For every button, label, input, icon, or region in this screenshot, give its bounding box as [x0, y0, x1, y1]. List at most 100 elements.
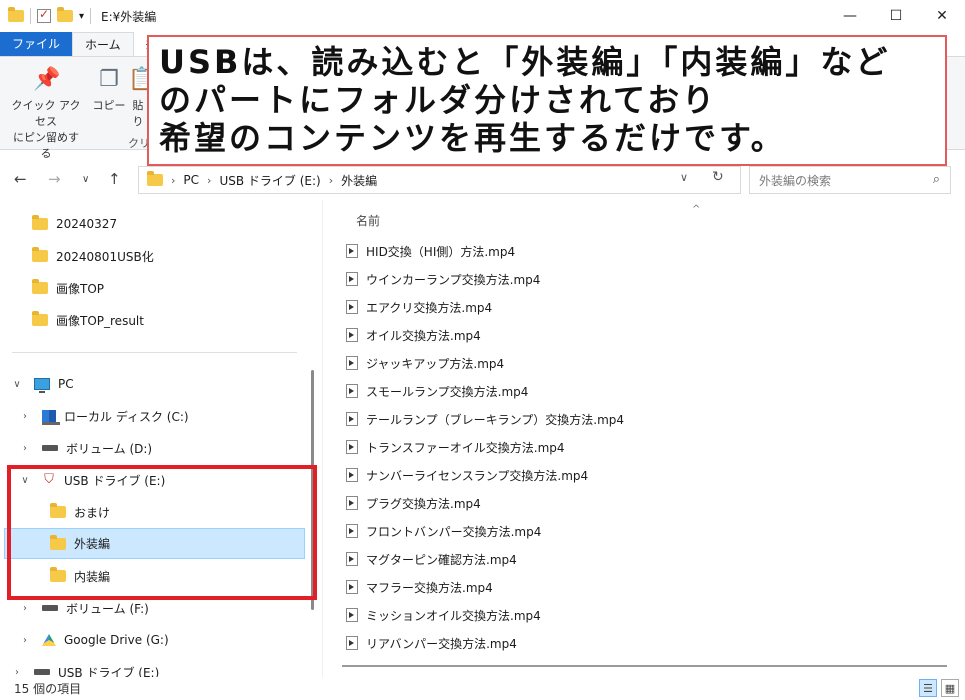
- search-placeholder: 外装編の検索: [759, 173, 832, 188]
- copy-icon: ❐: [99, 67, 119, 92]
- nav-folder-image-top[interactable]: 画像TOP: [32, 275, 104, 301]
- file-item[interactable]: エアクリ交換方法.mp4: [346, 296, 492, 318]
- file-item[interactable]: トランスファーオイル交換方法.mp4: [346, 436, 565, 458]
- video-file-icon: [346, 524, 358, 538]
- quick-access-dropdown-icon[interactable]: ▾: [79, 11, 84, 22]
- annotation-callout: USBは、読み込むと「外装編」「内装編」など のパートにフォルダ分けされており …: [147, 35, 947, 166]
- folder-icon: [32, 247, 48, 262]
- tab-home[interactable]: ホーム: [72, 32, 134, 56]
- nav-label: 20240327: [56, 217, 118, 231]
- file-item[interactable]: プラグ交換方法.mp4: [346, 492, 481, 514]
- up-button[interactable]: ↑: [108, 170, 121, 188]
- nav-local-disk-c[interactable]: › ローカル ディスク (C:): [18, 403, 189, 429]
- horizontal-scrollbar[interactable]: [342, 665, 947, 667]
- callout-line-2: のパートにフォルダ分けされており: [159, 81, 718, 119]
- forward-button[interactable]: →: [48, 170, 61, 188]
- chevron-right-icon[interactable]: ›: [18, 443, 32, 454]
- file-item[interactable]: テールランプ（ブレーキランプ）交換方法.mp4: [346, 408, 624, 430]
- details-view-icon[interactable]: ☰: [919, 679, 937, 697]
- google-drive-icon: [42, 634, 56, 646]
- file-item[interactable]: リアバンパー交換方法.mp4: [346, 632, 517, 654]
- column-header-name[interactable]: 名前: [356, 212, 380, 229]
- properties-icon[interactable]: [37, 7, 51, 23]
- copy-label: コピー: [92, 99, 126, 112]
- video-file-icon: [346, 468, 358, 482]
- folder-icon: [147, 171, 163, 186]
- file-item[interactable]: マグターピン確認方法.mp4: [346, 548, 517, 570]
- chevron-right-icon[interactable]: ›: [10, 667, 24, 678]
- nav-google-drive-g[interactable]: › Google Drive (G:): [18, 627, 169, 653]
- chevron-down-icon[interactable]: ∨: [10, 379, 24, 390]
- nav-label: ボリューム (F:): [66, 601, 149, 616]
- nav-folder-20240801usb[interactable]: 20240801USB化: [32, 243, 154, 269]
- chevron-right-icon: ›: [328, 173, 334, 187]
- pin-to-quick-access-button[interactable]: 📌 クイック アクセス にピン留めする: [8, 67, 84, 161]
- nav-folder-image-top-result[interactable]: 画像TOP_result: [32, 307, 144, 333]
- video-file-icon: [346, 356, 358, 370]
- nav-folder-20240327[interactable]: 20240327: [32, 211, 117, 237]
- callout-line-3: 希望のコンテンツを再生するだけです。: [159, 119, 786, 157]
- chevron-right-icon[interactable]: ›: [18, 603, 32, 614]
- tab-file[interactable]: ファイル: [0, 32, 73, 56]
- back-button[interactable]: ←: [14, 170, 27, 188]
- file-name: ジャッキアップ方法.mp4: [366, 356, 505, 371]
- view-switcher: ☰ ▦: [919, 679, 959, 697]
- nav-usb-drive-e-2[interactable]: › USB ドライブ (E:): [10, 659, 159, 678]
- video-file-icon: [346, 300, 358, 314]
- address-dropdown-icon[interactable]: ∨: [680, 171, 688, 184]
- divider: [12, 352, 297, 353]
- video-file-icon: [346, 636, 358, 650]
- search-input[interactable]: 外装編の検索 ⌕: [749, 166, 951, 194]
- chevron-right-icon[interactable]: ›: [18, 411, 32, 422]
- video-file-icon: [346, 328, 358, 342]
- file-name: スモールランプ交換方法.mp4: [366, 384, 529, 399]
- file-item[interactable]: マフラー交換方法.mp4: [346, 576, 493, 598]
- file-item[interactable]: ミッションオイル交換方法.mp4: [346, 604, 541, 626]
- address-bar[interactable]: › PC › USB ドライブ (E:) › 外装編: [138, 166, 741, 194]
- file-item[interactable]: HID交換（HI側）方法.mp4: [346, 240, 515, 262]
- breadcrumb-current[interactable]: 外装編: [341, 172, 377, 189]
- divider: [30, 8, 31, 24]
- copy-button[interactable]: ❐ コピー: [92, 67, 126, 113]
- video-file-icon: [346, 244, 358, 258]
- callout-line-1: USBは、読み込むと「外装編」「内装編」など: [159, 43, 891, 81]
- status-bar: 15 個の項目: [0, 677, 965, 700]
- breadcrumb-usb[interactable]: USB ドライブ (E:): [219, 172, 320, 189]
- file-item[interactable]: スモールランプ交換方法.mp4: [346, 380, 528, 402]
- video-file-icon: [346, 580, 358, 594]
- pane-divider[interactable]: [322, 200, 323, 677]
- recent-locations-button[interactable]: ∨: [82, 174, 89, 185]
- file-item[interactable]: ウインカーランプ交換方法.mp4: [346, 268, 540, 290]
- video-file-icon: [346, 496, 358, 510]
- new-folder-icon[interactable]: [57, 7, 73, 22]
- nav-label: PC: [58, 377, 74, 391]
- file-name: マグターピン確認方法.mp4: [366, 552, 517, 567]
- paste-label: 貼り: [132, 99, 144, 128]
- large-icons-view-icon[interactable]: ▦: [941, 679, 959, 697]
- folder-icon: [32, 311, 48, 326]
- nav-pc[interactable]: ∨ PC: [10, 371, 74, 397]
- chevron-right-icon[interactable]: ›: [18, 635, 32, 646]
- file-item[interactable]: フロントバンパー交換方法.mp4: [346, 520, 541, 542]
- video-file-icon: [346, 552, 358, 566]
- nav-label: Google Drive (G:): [64, 633, 169, 647]
- file-name: エアクリ交換方法.mp4: [366, 300, 493, 315]
- file-item[interactable]: オイル交換方法.mp4: [346, 324, 481, 346]
- address-row: ← → ∨ ↑ › PC › USB ドライブ (E:) › 外装編 ∨ ↻ 外…: [0, 164, 965, 196]
- highlight-frame: [7, 465, 317, 600]
- drive-icon: [34, 669, 50, 675]
- close-button[interactable]: ✕: [919, 0, 965, 32]
- nav-volume-d[interactable]: › ボリューム (D:): [18, 435, 152, 461]
- file-item[interactable]: ジャッキアップ方法.mp4: [346, 352, 504, 374]
- paste-button[interactable]: 📋 貼り: [128, 67, 155, 129]
- file-name: ナンバーライセンスランプ交換方法.mp4: [366, 468, 589, 483]
- refresh-icon[interactable]: ↻: [712, 169, 724, 185]
- file-name: ミッションオイル交換方法.mp4: [366, 608, 541, 623]
- file-name: ウインカーランプ交換方法.mp4: [366, 272, 541, 287]
- video-file-icon: [346, 272, 358, 286]
- minimize-button[interactable]: —: [827, 0, 873, 32]
- breadcrumb-pc[interactable]: PC: [183, 173, 199, 187]
- file-item[interactable]: ナンバーライセンスランプ交換方法.mp4: [346, 464, 588, 486]
- file-name: テールランプ（ブレーキランプ）交換方法.mp4: [366, 412, 625, 427]
- maximize-button[interactable]: ☐: [873, 0, 919, 32]
